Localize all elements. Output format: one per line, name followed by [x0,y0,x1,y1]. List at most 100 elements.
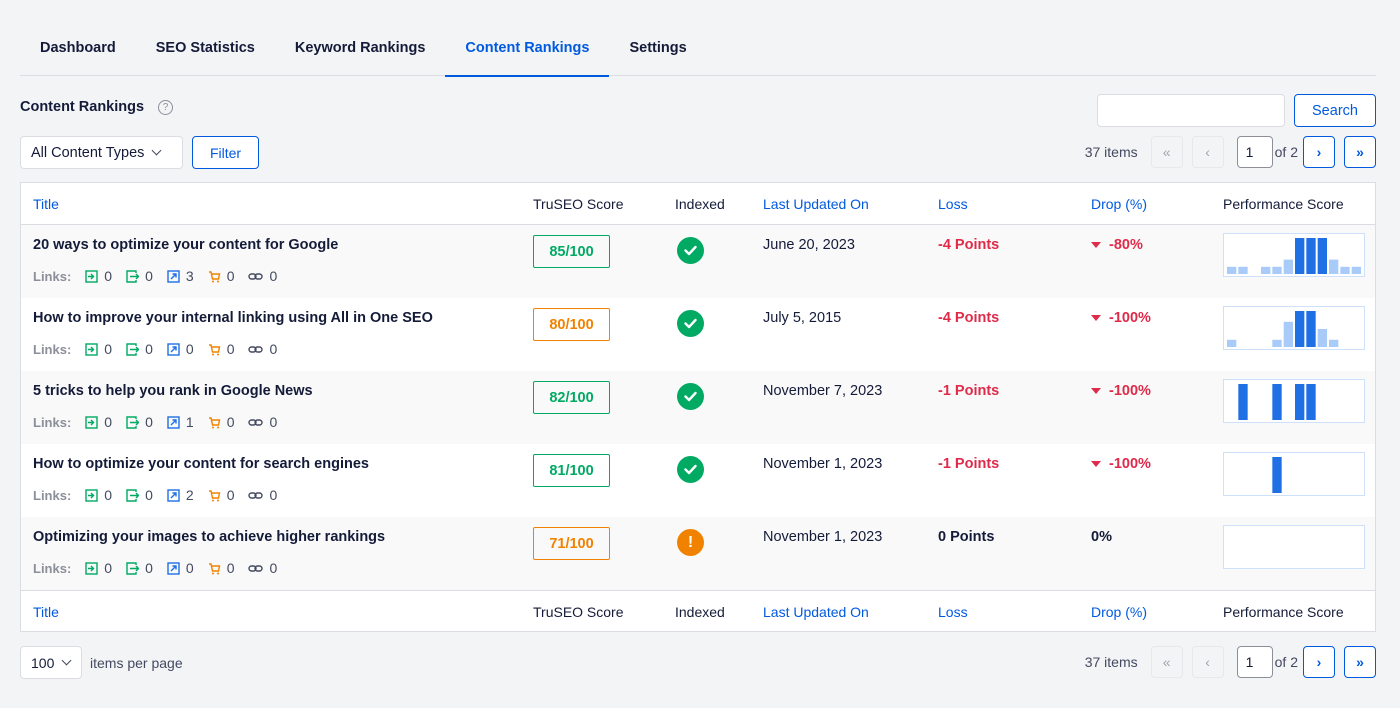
footer-column-drop[interactable]: Drop (%) [1091,604,1147,620]
chevron-down-icon [151,145,162,156]
search-input[interactable] [1097,94,1285,127]
cart-icon [208,416,221,428]
page-number-input[interactable] [1236,646,1273,678]
search-button[interactable]: Search [1294,94,1376,127]
per-page-label: items per page [90,654,183,671]
link-count: 0 [269,560,278,576]
sparkline-bar [1306,311,1316,347]
tab-seo-statistics[interactable]: SEO Statistics [136,24,275,76]
cart-icon [208,562,221,574]
post-title-link[interactable]: How to improve your internal linking usi… [33,310,433,326]
link-count: 0 [145,560,153,576]
inbound-link-icon [85,269,98,283]
table-row: 5 tricks to help you rank in Google News… [21,371,1375,444]
content-rankings-table: Title TruSEO Score Indexed Last Updated … [20,182,1376,632]
column-loss[interactable]: Loss [938,196,968,212]
link-count: 0 [104,268,113,284]
internal-inbound-links: 0 [85,414,112,430]
next-page-button[interactable]: › [1303,136,1335,168]
external-links: 0 [167,560,194,576]
sparkline-bar [1283,321,1293,347]
next-page-button[interactable]: › [1303,646,1335,678]
items-count: 37 items [1084,654,1138,670]
footer-column-title[interactable]: Title [33,604,59,620]
last-page-button[interactable]: » [1344,646,1376,678]
other-links: 0 [248,341,277,357]
tab-content-rankings[interactable]: Content Rankings [445,24,610,77]
items-count: 37 items [1084,144,1138,160]
links-summary: Links: 0 0 0 0 0 [33,341,291,357]
table-row: How to optimize your content for search … [21,444,1375,517]
prev-page-button[interactable]: ‹ [1191,646,1224,678]
filter-button[interactable]: Filter [192,136,259,169]
tab-keyword-rankings[interactable]: Keyword Rankings [275,24,446,76]
performance-sparkline [1223,233,1365,277]
sparkline-bar [1227,339,1237,347]
performance-sparkline [1223,525,1365,569]
pagination-bottom: 37 items « ‹ of 2 › » [1085,646,1376,678]
links-summary: Links: 0 0 1 0 0 [33,414,291,430]
cart-icon [208,489,221,501]
column-drop[interactable]: Drop (%) [1091,196,1147,212]
post-title-link[interactable]: 20 ways to optimize your content for Goo… [33,237,338,253]
other-links: 0 [248,414,277,430]
truseo-score-badge: 71/100 [533,527,610,560]
chain-link-icon [248,418,264,426]
content-type-select[interactable]: All Content Types [20,136,183,169]
inbound-link-icon [85,342,98,356]
post-title-link[interactable]: 5 tricks to help you rank in Google News [33,383,313,399]
external-link-icon [167,342,180,356]
drop-value: 0% [1091,529,1112,545]
page-total: of 2 [1274,144,1298,160]
indexed-status [677,456,704,483]
per-page-selected: 100 [31,654,55,671]
internal-outbound-links: 0 [126,487,153,503]
per-page-select[interactable]: 100 [20,646,82,679]
sparkline-bar [1272,384,1282,420]
inbound-link-icon [85,415,98,429]
checkmark-icon [684,318,697,329]
tab-settings[interactable]: Settings [609,24,706,76]
sparkline-bar [1317,329,1327,347]
column-last-updated[interactable]: Last Updated On [763,196,869,212]
loss-value: -1 Points [938,456,1000,472]
chain-link-icon [248,345,264,353]
warning-icon: ! [687,533,694,551]
other-links: 0 [248,268,277,284]
links-label: Links: [33,341,72,357]
drop-value: -100% [1091,310,1151,326]
link-count: 0 [104,414,113,430]
post-title-link[interactable]: Optimizing your images to achieve higher… [33,529,385,545]
other-links: 0 [248,560,277,576]
first-page-button[interactable]: « [1150,136,1183,168]
chevron-down-icon [61,655,72,666]
sparkline-bar [1261,266,1271,274]
prev-page-button[interactable]: ‹ [1191,136,1224,168]
indexed-status [677,310,704,337]
link-count: 0 [104,341,113,357]
page-number-input[interactable] [1236,136,1273,168]
pagination-top: 37 items « ‹ of 2 › » [1085,136,1376,168]
post-title-link[interactable]: How to optimize your content for search … [33,456,369,472]
truseo-score-badge: 81/100 [533,454,610,487]
external-links: 0 [167,341,194,357]
first-page-button[interactable]: « [1150,646,1183,678]
link-count: 0 [226,560,235,576]
help-icon[interactable]: ? [158,99,174,115]
link-count: 2 [185,487,194,503]
table-body: 20 ways to optimize your content for Goo… [21,225,1375,590]
footer-column-loss[interactable]: Loss [938,604,968,620]
last-page-button[interactable]: » [1344,136,1376,168]
footer-column-indexed: Indexed [675,604,725,620]
column-title[interactable]: Title [33,196,59,212]
link-count: 0 [145,414,153,430]
content-type-selected: All Content Types [31,144,145,161]
checkmark-icon [684,464,697,475]
drop-percent: -100% [1109,310,1151,326]
drop-percent: 0% [1091,529,1112,545]
sparkline-bar [1238,266,1248,274]
footer-column-last-updated[interactable]: Last Updated On [763,604,869,620]
internal-outbound-links: 0 [126,414,153,430]
link-count: 1 [185,414,194,430]
tab-dashboard[interactable]: Dashboard [20,24,136,76]
